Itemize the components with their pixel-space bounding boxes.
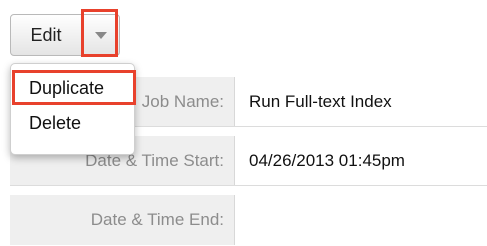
actions-dropdown-menu: Duplicate Delete: [10, 63, 135, 155]
edit-button-group: Edit: [10, 14, 120, 56]
edit-button[interactable]: Edit: [10, 14, 82, 56]
job-name-value: Run Full-text Index: [234, 77, 487, 126]
delete-menu-item[interactable]: Delete: [11, 108, 134, 138]
chevron-down-icon: [94, 31, 107, 39]
date-time-start-value: 04/26/2013 01:45pm: [234, 136, 487, 185]
detail-row-date-time-end: Date & Time End:: [10, 195, 487, 245]
date-time-end-value: [234, 195, 487, 245]
duplicate-menu-item[interactable]: Duplicate: [11, 73, 134, 103]
actions-dropdown-button[interactable]: [81, 14, 120, 56]
date-time-end-label: Date & Time End:: [10, 195, 234, 245]
